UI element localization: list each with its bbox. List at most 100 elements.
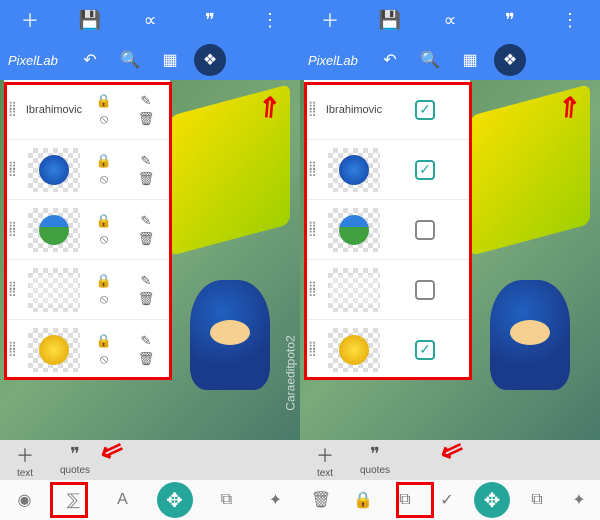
save-icon[interactable]: 💾 — [78, 8, 102, 32]
drag-handle-icon[interactable]: ⠿⠿ — [8, 104, 24, 116]
lock-icon[interactable]: 🔒 — [84, 333, 124, 349]
add-icon[interactable]: ＋ — [18, 8, 42, 32]
zoom-icon[interactable]: 🔍 — [410, 50, 450, 70]
add-icon[interactable]: ＋ — [318, 8, 342, 32]
tool-quotes[interactable]: ❞quotes — [50, 444, 100, 476]
layer-thumb — [328, 268, 380, 312]
tool-text[interactable]: ＋text — [300, 442, 350, 479]
lock-icon[interactable]: 🔒 — [84, 213, 124, 229]
drag-handle-icon[interactable]: ⠿⠿ — [8, 224, 24, 236]
visibility-off-icon[interactable]: ⦸ — [84, 351, 124, 367]
magic-icon[interactable]: ✦ — [564, 485, 594, 515]
layers-button[interactable]: ❖ — [190, 40, 230, 80]
layers-panel-select: ⠿⠿ Ibrahimovic ✓ ⠿⠿ ✓ ⠿⠿ ⠿⠿ ⠿⠿ ✓ — [304, 80, 470, 380]
delete-icon[interactable]: 🗑 — [126, 171, 166, 187]
drag-handle-icon[interactable]: ⠿⠿ — [308, 164, 324, 176]
layer-row[interactable]: ⠿⠿ 🔒 ✎ ⦸ 🗑 — [4, 320, 170, 380]
layer-thumb — [28, 268, 80, 312]
save-icon[interactable]: 💾 — [378, 8, 402, 32]
layer-thumb — [28, 148, 80, 192]
grid-icon[interactable]: ▦ — [450, 50, 490, 70]
layer-row[interactable]: ⠿⠿ Ibrahimovic ✓ — [304, 80, 470, 140]
merge-icon[interactable]: ⧉ — [390, 485, 420, 515]
edit-icon[interactable]: ✎ — [126, 273, 166, 289]
layer-thumb-text: Ibrahimovic — [28, 88, 80, 132]
layer-thumb-text: Ibrahimovic — [328, 88, 380, 132]
subbar: PixelLab ↶ 🔍 ▦ ❖ — [0, 40, 300, 80]
copy-icon[interactable]: ⧉ — [212, 485, 242, 515]
left-pane: ＋ 💾 ∝ ❞ ⋮ PixelLab ↶ 🔍 ▦ ❖ Caraeditpoto2… — [0, 0, 300, 520]
checkbox-icon[interactable]: ✓ — [415, 160, 435, 180]
undo-icon[interactable]: ↶ — [70, 50, 110, 70]
layer-thumb — [328, 328, 380, 372]
drag-handle-icon[interactable]: ⠿⠿ — [8, 164, 24, 176]
drag-handle-icon[interactable]: ⠿⠿ — [308, 224, 324, 236]
drag-handle-icon[interactable]: ⠿⠿ — [8, 284, 24, 296]
drag-handle-icon[interactable]: ⠿⠿ — [308, 344, 324, 356]
menu-icon[interactable]: ⋮ — [558, 8, 582, 32]
delete-icon[interactable]: 🗑 — [306, 485, 336, 515]
delete-icon[interactable]: 🗑 — [126, 351, 166, 367]
menu-icon[interactable]: ⋮ — [258, 8, 282, 32]
layer-row[interactable]: ⠿⠿ — [304, 200, 470, 260]
quote-icon[interactable]: ❞ — [498, 8, 522, 32]
edit-icon[interactable]: ✎ — [126, 333, 166, 349]
checkbox-icon[interactable]: ✓ — [415, 100, 435, 120]
tool-quotes[interactable]: ❞quotes — [350, 444, 400, 476]
delete-icon[interactable]: 🗑 — [126, 231, 166, 247]
undo-icon[interactable]: ↶ — [370, 50, 410, 70]
magic-icon[interactable]: ✦ — [261, 485, 291, 515]
layer-thumb — [28, 208, 80, 252]
delete-icon[interactable]: 🗑 — [126, 291, 166, 307]
drag-handle-icon[interactable]: ⠿⠿ — [308, 104, 324, 116]
canvas-character — [190, 280, 270, 390]
move-fab[interactable]: ✥ — [474, 482, 510, 518]
topbar: ＋ 💾 ∝ ❞ ⋮ — [0, 0, 300, 40]
layer-row[interactable]: ⠿⠿ — [304, 260, 470, 320]
share-icon[interactable]: ∝ — [438, 8, 462, 32]
confirm-icon[interactable]: ✓ — [432, 485, 462, 515]
lock-icon[interactable]: 🔒 — [84, 93, 124, 109]
delete-icon[interactable]: 🗑 — [126, 111, 166, 127]
toolbar: ＋text ❞quotes — [0, 440, 300, 480]
visibility-off-icon[interactable]: ⦸ — [84, 291, 124, 307]
lock-icon[interactable]: 🔒 — [348, 485, 378, 515]
layer-row[interactable]: ⠿⠿ 🔒 ✎ ⦸ 🗑 — [4, 260, 170, 320]
layers-button[interactable]: ❖ — [490, 40, 530, 80]
layer-row[interactable]: ⠿⠿ 🔒 ✎ ⦸ 🗑 — [4, 200, 170, 260]
checkbox-icon[interactable]: ✓ — [415, 340, 435, 360]
list-icon[interactable]: ⅀ — [59, 485, 89, 515]
layer-row[interactable]: ⠿⠿ Ibrahimovic 🔒 ✎ ⦸ 🗑 — [4, 80, 170, 140]
drag-handle-icon[interactable]: ⠿⠿ — [308, 284, 324, 296]
tool-text[interactable]: ＋text — [0, 442, 50, 479]
tool-label: text — [17, 468, 33, 479]
layer-row[interactable]: ⠿⠿ ✓ — [304, 320, 470, 380]
zoom-icon[interactable]: 🔍 — [110, 50, 150, 70]
visibility-off-icon[interactable]: ⦸ — [84, 231, 124, 247]
topbar: ＋ 💾 ∝ ❞ ⋮ — [300, 0, 600, 40]
layer-row[interactable]: ⠿⠿ 🔒 ✎ ⦸ 🗑 — [4, 140, 170, 200]
lock-icon[interactable]: 🔒 — [84, 273, 124, 289]
quote-icon[interactable]: ❞ — [198, 8, 222, 32]
font-icon[interactable]: A — [108, 485, 138, 515]
edit-icon[interactable]: ✎ — [126, 93, 166, 109]
visibility-off-icon[interactable]: ⦸ — [84, 171, 124, 187]
edit-icon[interactable]: ✎ — [126, 213, 166, 229]
right-pane: ＋ 💾 ∝ ❞ ⋮ PixelLab ↶ 🔍 ▦ ❖ ⠿⠿ Ibrahimovi… — [300, 0, 600, 520]
drag-handle-icon[interactable]: ⠿⠿ — [8, 344, 24, 356]
visibility-off-icon[interactable]: ⦸ — [84, 111, 124, 127]
layer-row[interactable]: ⠿⠿ ✓ — [304, 140, 470, 200]
checkbox-icon[interactable] — [415, 280, 435, 300]
edit-icon[interactable]: ✎ — [126, 153, 166, 169]
lock-icon[interactable]: 🔒 — [84, 153, 124, 169]
checkbox-icon[interactable] — [415, 220, 435, 240]
move-fab[interactable]: ✥ — [157, 482, 193, 518]
copy-icon[interactable]: ⧉ — [522, 485, 552, 515]
color-icon[interactable]: ◉ — [10, 485, 40, 515]
canvas-accent — [470, 84, 590, 256]
share-icon[interactable]: ∝ — [138, 8, 162, 32]
brand-label: PixelLab — [300, 53, 370, 68]
tool-label: quotes — [60, 465, 90, 476]
bottombar: ◉ ⅀ A ✥ ⧉ ✦ — [0, 480, 300, 520]
grid-icon[interactable]: ▦ — [150, 50, 190, 70]
